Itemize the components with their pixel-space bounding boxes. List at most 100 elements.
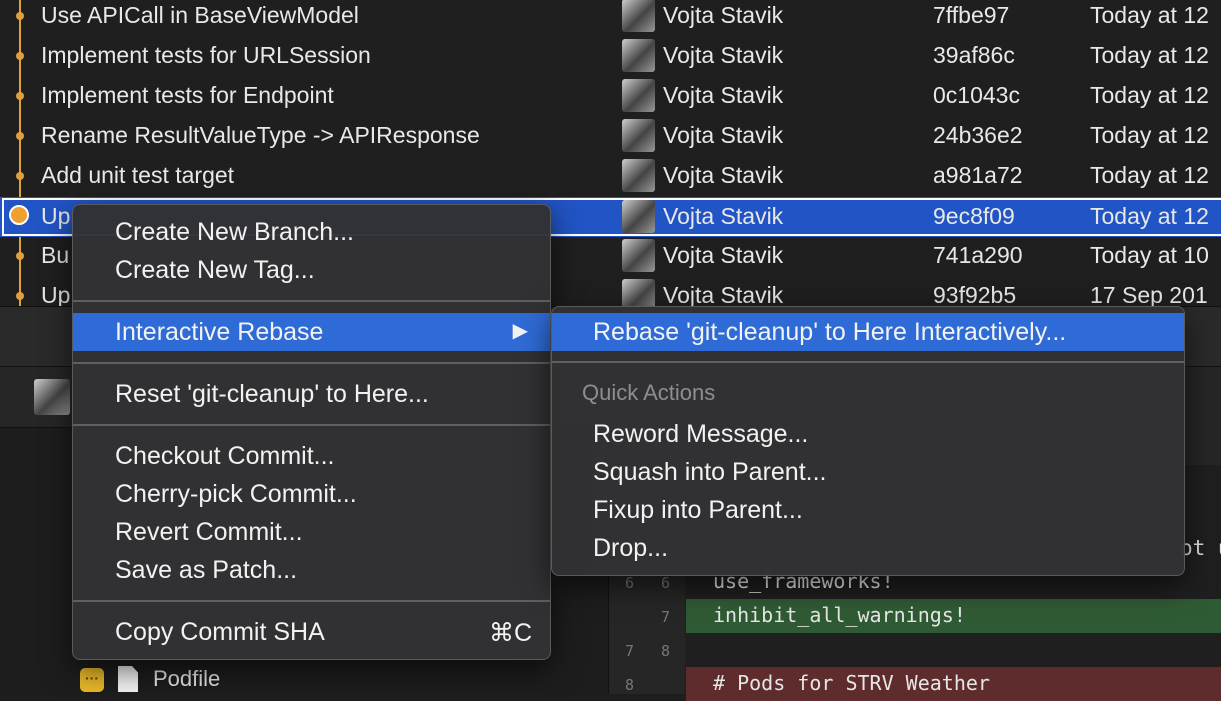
menu-item-label: Drop... — [593, 534, 669, 562]
menu-item-label: Fixup into Parent... — [593, 496, 803, 524]
file-name: Podfile — [153, 666, 221, 691]
commit-sha: 9ec8f09 — [933, 203, 1015, 229]
commit-row[interactable]: Implement tests for URLSession Vojta Sta… — [0, 36, 1221, 76]
commit-sha: 0c1043c — [933, 82, 1020, 108]
commit-author: Vojta Stavik — [663, 2, 784, 28]
menu-item-fixup[interactable]: Fixup into Parent... — [552, 491, 1184, 529]
menu-item-label: Reset 'git-cleanup' to Here... — [115, 380, 429, 408]
menu-item-label: Squash into Parent... — [593, 458, 827, 486]
menu-item-label: Create New Tag... — [115, 256, 315, 284]
commit-sha: 7ffbe97 — [933, 2, 1010, 28]
menu-item-squash[interactable]: Squash into Parent... — [552, 453, 1184, 491]
menu-item-label: Save as Patch... — [115, 556, 298, 584]
commit-context-menu: Create New Branch... Create New Tag... I… — [72, 204, 551, 660]
menu-item-drop[interactable]: Drop... — [552, 529, 1184, 567]
author-avatar — [622, 200, 655, 233]
menu-item-label: Checkout Commit... — [115, 442, 335, 470]
menu-item-label: Create New Branch... — [115, 218, 354, 246]
commit-date: Today at 12 — [1090, 122, 1209, 148]
commit-message: Implement tests for URLSession — [41, 42, 371, 68]
commit-date: Today at 12 — [1090, 2, 1209, 28]
new-line-number: 8 — [661, 642, 671, 660]
author-avatar — [622, 119, 655, 152]
old-line-number: 8 — [625, 676, 635, 694]
diff-line-added: 7 inhibit_all_warnings! — [609, 599, 1221, 633]
commit-date: Today at 12 — [1090, 162, 1209, 188]
keyboard-shortcut: ⌘C — [488, 619, 532, 647]
commit-author: Vojta Stavik — [663, 162, 784, 188]
menu-item-create-branch[interactable]: Create New Branch... — [73, 213, 550, 251]
commit-author: Vojta Stavik — [663, 82, 784, 108]
commit-node — [16, 52, 24, 60]
author-avatar — [34, 379, 70, 415]
quick-actions-heading: Quick Actions — [582, 380, 716, 405]
commit-message: Add unit test target — [41, 162, 235, 188]
menu-item-interactive-rebase[interactable]: Interactive Rebase ▶ — [73, 313, 550, 351]
menu-item-save-patch[interactable]: Save as Patch... — [73, 551, 550, 589]
commit-node — [16, 172, 24, 180]
menu-separator — [73, 362, 550, 364]
new-line-number: 6 — [661, 574, 671, 592]
commit-date: Today at 10 — [1090, 242, 1209, 268]
author-avatar — [622, 79, 655, 112]
commit-message: Rename ResultValueType -> APIResponse — [41, 122, 480, 148]
menu-item-label: Rebase 'git-cleanup' to Here Interactive… — [593, 318, 1067, 346]
document-icon — [118, 666, 138, 692]
menu-item-label: Cherry-pick Commit... — [115, 480, 357, 508]
diff-code: # Pods for STRV Weather — [713, 671, 990, 695]
author-avatar — [622, 0, 655, 32]
menu-item-reset[interactable]: Reset 'git-cleanup' to Here... — [73, 375, 550, 413]
menu-item-label: Interactive Rebase — [115, 318, 324, 346]
menu-separator — [73, 424, 550, 426]
interactive-rebase-submenu: Rebase 'git-cleanup' to Here Interactive… — [551, 306, 1185, 576]
commit-node — [16, 292, 24, 300]
menu-item-create-tag[interactable]: Create New Tag... — [73, 251, 550, 289]
diff-code: inhibit_all_warnings! — [713, 603, 966, 627]
commit-row[interactable]: Add unit test target Vojta Stavik a981a7… — [0, 156, 1221, 196]
author-avatar — [622, 279, 655, 306]
new-line-number: 7 — [661, 608, 671, 626]
commit-date: 17 Sep 201 — [1090, 282, 1208, 306]
menu-item-label: Copy Commit SHA — [115, 618, 325, 646]
commit-message: Implement tests for Endpoint — [41, 82, 334, 108]
menu-item-copy-sha[interactable]: Copy Commit SHA ⌘C — [73, 613, 550, 651]
commit-author: Vojta Stavik — [663, 122, 784, 148]
commit-message: Up — [41, 203, 71, 229]
menu-item-reword[interactable]: Reword Message... — [552, 415, 1184, 453]
commit-date: Today at 12 — [1090, 42, 1209, 68]
diff-line: 7 8 — [609, 633, 1221, 667]
commit-date: Today at 12 — [1090, 203, 1209, 229]
menu-separator — [73, 600, 550, 602]
diff-line-removed: 8 # Pods for STRV Weather — [609, 667, 1221, 701]
commit-sha: 93f92b5 — [933, 282, 1017, 306]
menu-item-cherry-pick[interactable]: Cherry-pick Commit... — [73, 475, 550, 513]
commit-author: Vojta Stavik — [663, 42, 784, 68]
author-avatar — [622, 159, 655, 192]
commit-row[interactable]: Implement tests for Endpoint Vojta Stavi… — [0, 76, 1221, 116]
commit-author: Vojta Stavik — [663, 242, 784, 268]
old-line-number: 6 — [625, 574, 635, 592]
commit-message: Use APICall in BaseViewModel — [41, 2, 359, 28]
menu-item-label: Reword Message... — [593, 420, 809, 448]
commit-node — [16, 12, 24, 20]
menu-item-rebase-here[interactable]: Rebase 'git-cleanup' to Here Interactive… — [552, 313, 1184, 351]
commit-message: Bu — [41, 242, 70, 268]
menu-item-label: Revert Commit... — [115, 518, 303, 546]
commit-author: Vojta Stavik — [663, 282, 784, 306]
commit-node-selected — [9, 205, 29, 225]
old-line-number: 7 — [625, 642, 635, 660]
menu-item-checkout[interactable]: Checkout Commit... — [73, 437, 550, 475]
commit-sha: 741a290 — [933, 242, 1023, 268]
commit-author: Vojta Stavik — [663, 203, 784, 229]
commit-message: Up — [41, 282, 71, 306]
commit-date: Today at 12 — [1090, 82, 1209, 108]
commit-node — [16, 252, 24, 260]
submenu-arrow-icon: ▶ — [512, 320, 528, 342]
menu-item-revert[interactable]: Revert Commit... — [73, 513, 550, 551]
commit-node — [16, 132, 24, 140]
commit-row[interactable]: Rename ResultValueType -> APIResponse Vo… — [0, 116, 1221, 156]
commit-row[interactable]: Use APICall in BaseViewModel Vojta Stavi… — [0, 0, 1221, 36]
commit-sha: a981a72 — [933, 162, 1023, 188]
commit-node — [16, 92, 24, 100]
commit-sha: 39af86c — [933, 42, 1015, 68]
